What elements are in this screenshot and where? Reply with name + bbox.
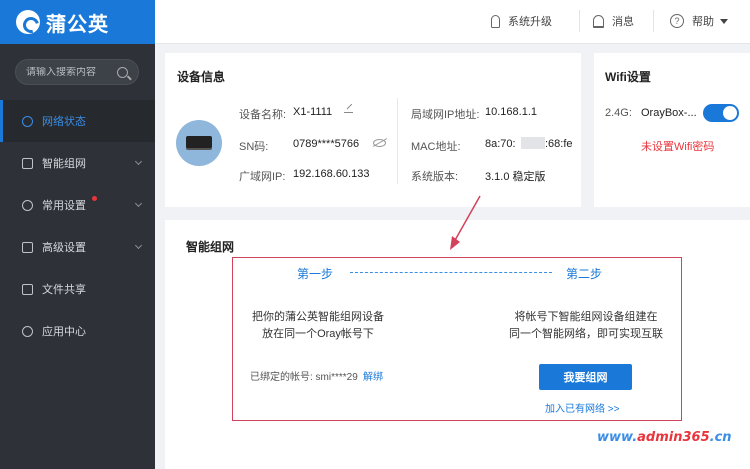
create-network-button[interactable]: 我要组网 — [539, 364, 632, 390]
watermark-prefix: www. — [597, 430, 638, 445]
wan-ip-label: 广域网IP: — [239, 171, 286, 183]
smart-network-icon — [22, 157, 33, 169]
caret-down-icon — [720, 18, 728, 24]
step-one-label: 第一步 — [297, 267, 334, 281]
annotation-arrow — [450, 195, 481, 250]
step-one-line-1: 把你的蒲公英智能组网设备 — [252, 311, 384, 323]
smart-network-title: 智能组网 — [186, 240, 235, 254]
mac-label: MAC地址: — [411, 141, 461, 153]
edit-icon[interactable] — [344, 104, 353, 113]
sidebar-item-label: 高级设置 — [42, 242, 86, 254]
system-upgrade-button[interactable]: 系统升级 — [491, 13, 552, 29]
wifi-title: Wifi设置 — [605, 70, 651, 84]
sidebar-item-app-center[interactable]: 应用中心 — [0, 310, 155, 352]
version-value: 3.1.0 稳定版 — [485, 171, 546, 183]
notification-dot — [92, 196, 97, 201]
watermark-brand: admin365 — [637, 430, 710, 445]
bell-icon — [593, 14, 604, 28]
unbind-link[interactable]: 解绑 — [363, 368, 383, 383]
version-label: 系统版本: — [411, 171, 459, 183]
wifi-password-warning[interactable]: 未设置Wifi密码 — [641, 138, 714, 154]
logo-bar[interactable]: 蒲公英 — [0, 0, 155, 44]
system-upgrade-label: 系统升级 — [508, 16, 552, 28]
step-one-line-2: 放在同一个Oray帐号下 — [262, 328, 374, 340]
step-two-description: 将帐号下智能组网设备组建在 同一个智能网络，即可实现互联 — [504, 309, 668, 343]
gear-icon — [22, 199, 33, 211]
advanced-settings-icon — [22, 241, 33, 253]
help-icon: ? — [670, 14, 684, 28]
sidebar-item-label: 常用设置 — [42, 200, 86, 212]
sn-label: SN码: — [239, 141, 269, 153]
lan-ip-value: 10.168.1.1 — [485, 106, 537, 118]
messages-label: 消息 — [612, 16, 634, 28]
sidebar-item-network-status[interactable]: 网络状态 — [0, 100, 155, 142]
top-header: 系统升级 消息 ? 帮助 — [155, 0, 750, 44]
sidebar-item-label: 文件共享 — [42, 284, 86, 296]
sidebar-item-file-sharing[interactable]: 文件共享 — [0, 268, 155, 310]
join-existing-network-link[interactable]: 加入已有网络 >> — [545, 400, 619, 415]
messages-button[interactable]: 消息 — [593, 13, 634, 29]
router-device-image — [176, 120, 222, 166]
wifi-band-label: 2.4G: — [605, 107, 632, 119]
sidebar-nav: 网络状态 智能组网 常用设置 高级设置 文件共享 应用中心 — [0, 100, 155, 352]
watermark-suffix: .cn — [709, 430, 732, 445]
mac-redacted — [521, 137, 545, 149]
divider — [579, 10, 580, 32]
rocket-icon — [491, 14, 500, 28]
chevron-down-icon — [134, 199, 143, 208]
help-label: 帮助 — [692, 16, 714, 28]
app-center-icon — [22, 325, 33, 337]
sidebar-item-label: 应用中心 — [42, 326, 86, 338]
step-two-label: 第二步 — [566, 267, 603, 281]
step-two-line-1: 将帐号下智能组网设备组建在 — [514, 311, 658, 323]
step-one-description: 把你的蒲公英智能组网设备 放在同一个Oray帐号下 — [244, 309, 392, 343]
wan-ip-value: 192.168.60.133 — [293, 168, 370, 180]
search-input[interactable] — [26, 66, 114, 78]
chevron-down-icon — [134, 157, 143, 166]
sidebar-item-label: 网络状态 — [42, 116, 86, 128]
eye-hidden-icon[interactable] — [373, 139, 386, 147]
wifi-ssid: OrayBox-... — [641, 107, 697, 119]
app-name: 蒲公英 — [46, 13, 109, 36]
sidebar-item-label: 智能组网 — [42, 158, 86, 170]
search-box — [15, 59, 139, 85]
wifi-toggle[interactable] — [703, 104, 739, 122]
lan-ip-label: 局域网IP地址: — [411, 109, 480, 121]
chevron-down-icon — [134, 241, 143, 250]
device-name-label: 设备名称: — [239, 109, 287, 121]
divider — [653, 10, 654, 32]
device-info-title: 设备信息 — [177, 70, 226, 84]
mac-prefix: 8a:70: — [485, 138, 516, 150]
step-connector — [350, 272, 552, 273]
sidebar-item-smart-network[interactable]: 智能组网 — [0, 142, 155, 184]
device-name-value: X1-1111 — [293, 106, 333, 118]
network-status-icon — [22, 115, 33, 127]
sn-value: 0789****5766 — [293, 138, 360, 150]
sidebar-item-advanced-settings[interactable]: 高级设置 — [0, 226, 155, 268]
step-two-line-2: 同一个智能网络，即可实现互联 — [509, 328, 663, 340]
folder-icon — [22, 283, 33, 295]
watermark: www.admin365.cn — [597, 430, 732, 445]
help-button[interactable]: ? 帮助 — [670, 13, 728, 29]
dandelion-logo-icon — [16, 10, 40, 34]
bound-account: 已绑定的帐号: smi****29 — [250, 372, 358, 383]
sidebar-item-common-settings[interactable]: 常用设置 — [0, 184, 155, 226]
divider — [397, 98, 398, 184]
sidebar: 蒲公英 网络状态 智能组网 常用设置 高级设置 文件共享 — [0, 0, 155, 469]
search-icon[interactable] — [117, 66, 128, 78]
mac-suffix: :68:fe — [545, 138, 573, 150]
